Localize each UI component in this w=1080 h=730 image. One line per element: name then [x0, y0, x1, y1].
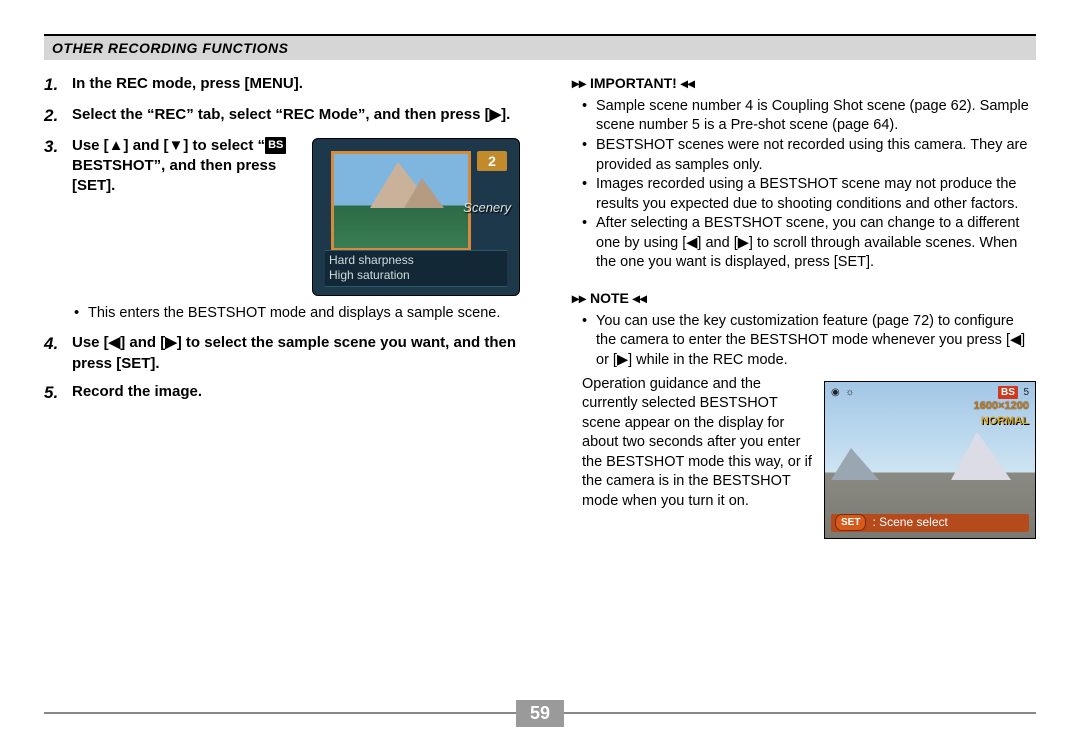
- bullet-text: After selecting a BESTSHOT scene, you ca…: [596, 214, 1036, 273]
- step-1: 1. In the REC mode, press [MENU].: [44, 74, 520, 97]
- step-number: 4.: [44, 333, 72, 374]
- bullet-text: BESTSHOT scenes were not recorded using …: [596, 136, 1036, 175]
- mountain-icon: [831, 448, 879, 480]
- osd-guidance-bar: SET : Scene select: [831, 514, 1029, 532]
- step-text: Select the “REC” tab, select “REC Mode”,…: [72, 105, 520, 128]
- scene-name-label: Scenery: [463, 199, 511, 217]
- bestshot-badge-icon: BS: [998, 386, 1018, 400]
- bullet-item: •You can use the key customization featu…: [582, 312, 1036, 371]
- osd-quality: NORMAL: [974, 414, 1029, 429]
- bullet-dot-icon: •: [582, 175, 596, 214]
- step-4: 4. Use [◀] and [▶] to select the sample …: [44, 333, 520, 374]
- page-number: 59: [516, 700, 564, 727]
- bullet-text: Sample scene number 4 is Coupling Shot s…: [596, 97, 1036, 136]
- bullet-dot-icon: •: [582, 97, 596, 136]
- display-screenshot: ◉ ☼ BS 5 1600×1200 NORMAL SET : Scene se…: [824, 381, 1036, 539]
- mountain-icon: [951, 432, 1011, 480]
- bullet-item: •Sample scene number 4 is Coupling Shot …: [582, 97, 1036, 136]
- manual-page: OTHER RECORDING FUNCTIONS 1. In the REC …: [0, 0, 1080, 730]
- page-footer: 59: [44, 712, 1036, 714]
- step-text: In the REC mode, press [MENU].: [72, 74, 520, 97]
- scene-number-badge: 2: [477, 151, 507, 171]
- double-arrow-left-icon: ◂◂: [681, 75, 695, 91]
- bullet-dot-icon: •: [74, 304, 88, 324]
- osd-right-block: BS 5 1600×1200 NORMAL: [974, 386, 1029, 429]
- bullet-dot-icon: •: [582, 312, 596, 371]
- double-arrow-right-icon: ▸▸: [572, 290, 586, 306]
- section-header: OTHER RECORDING FUNCTIONS: [44, 34, 1036, 60]
- osd-resolution: 1600×1200: [974, 399, 1029, 414]
- step-text: Use [▲] and [▼] to select “BS BESTSHOT”,…: [72, 136, 302, 197]
- bullet-item: •Images recorded using a BESTSHOT scene …: [582, 175, 1036, 214]
- step-text: Use [◀] and [▶] to select the sample sce…: [72, 333, 520, 374]
- note-text-block: Operation guidance and the currently sel…: [582, 375, 812, 539]
- step3-post: BESTSHOT”, and then press [SET].: [72, 157, 276, 194]
- heading-text: IMPORTANT!: [590, 75, 677, 91]
- osd-scene-number: 5: [1023, 387, 1029, 398]
- step-2: 2. Select the “REC” tab, select “REC Mod…: [44, 105, 520, 128]
- right-column: ▸▸ IMPORTANT! ◂◂ •Sample scene number 4 …: [560, 74, 1036, 539]
- mountain-icon: [404, 178, 444, 208]
- note-heading: ▸▸ NOTE ◂◂: [572, 289, 1036, 308]
- scene-desc-line: High saturation: [329, 268, 503, 284]
- step-3: 3. Use [▲] and [▼] to select “BS BESTSHO…: [44, 136, 520, 296]
- step-text: Record the image.: [72, 382, 520, 405]
- bullet-text: Images recorded using a BESTSHOT scene m…: [596, 175, 1036, 214]
- osd-top-row: ◉ ☼ BS 5 1600×1200 NORMAL: [831, 386, 1029, 429]
- important-heading: ▸▸ IMPORTANT! ◂◂: [572, 74, 1036, 93]
- note-with-screenshot: Operation guidance and the currently sel…: [582, 375, 1036, 539]
- step3-pre: Use [▲] and [▼] to select “: [72, 137, 265, 154]
- bullet-item: •After selecting a BESTSHOT scene, you c…: [582, 214, 1036, 273]
- double-arrow-left-icon: ◂◂: [633, 290, 647, 306]
- content-columns: 1. In the REC mode, press [MENU]. 2. Sel…: [44, 74, 1036, 539]
- osd-left-icons: ◉ ☼: [831, 386, 854, 429]
- sub-bullet-text: This enters the BESTSHOT mode and displa…: [88, 304, 500, 324]
- bullet-text: You can use the key customization featur…: [596, 312, 1036, 371]
- set-key-icon: SET: [835, 514, 866, 532]
- step-number: 2.: [44, 105, 72, 128]
- bullet-dot-icon: •: [582, 136, 596, 175]
- step-5: 5. Record the image.: [44, 382, 520, 405]
- step-number: 5.: [44, 382, 72, 405]
- bullet-dot-icon: •: [582, 214, 596, 273]
- scene-description: Hard sharpness High saturation: [325, 250, 507, 287]
- step-number: 3.: [44, 136, 72, 197]
- double-arrow-right-icon: ▸▸: [572, 75, 586, 91]
- step-number: 1.: [44, 74, 72, 97]
- bestshot-badge-icon: BS: [265, 137, 286, 154]
- bullet-item: •BESTSHOT scenes were not recorded using…: [582, 136, 1036, 175]
- guidance-text: : Scene select: [872, 514, 947, 530]
- step-3-sub-bullet: • This enters the BESTSHOT mode and disp…: [74, 304, 520, 324]
- sample-scene-screenshot: 2 Scenery Hard sharpness High saturation: [312, 138, 520, 296]
- scene-desc-line: Hard sharpness: [329, 253, 503, 269]
- left-column: 1. In the REC mode, press [MENU]. 2. Sel…: [44, 74, 520, 539]
- heading-text: NOTE: [590, 290, 629, 306]
- note-bullets: •You can use the key customization featu…: [582, 312, 1036, 371]
- scene-thumbnail: [331, 151, 471, 251]
- important-bullets: •Sample scene number 4 is Coupling Shot …: [582, 97, 1036, 273]
